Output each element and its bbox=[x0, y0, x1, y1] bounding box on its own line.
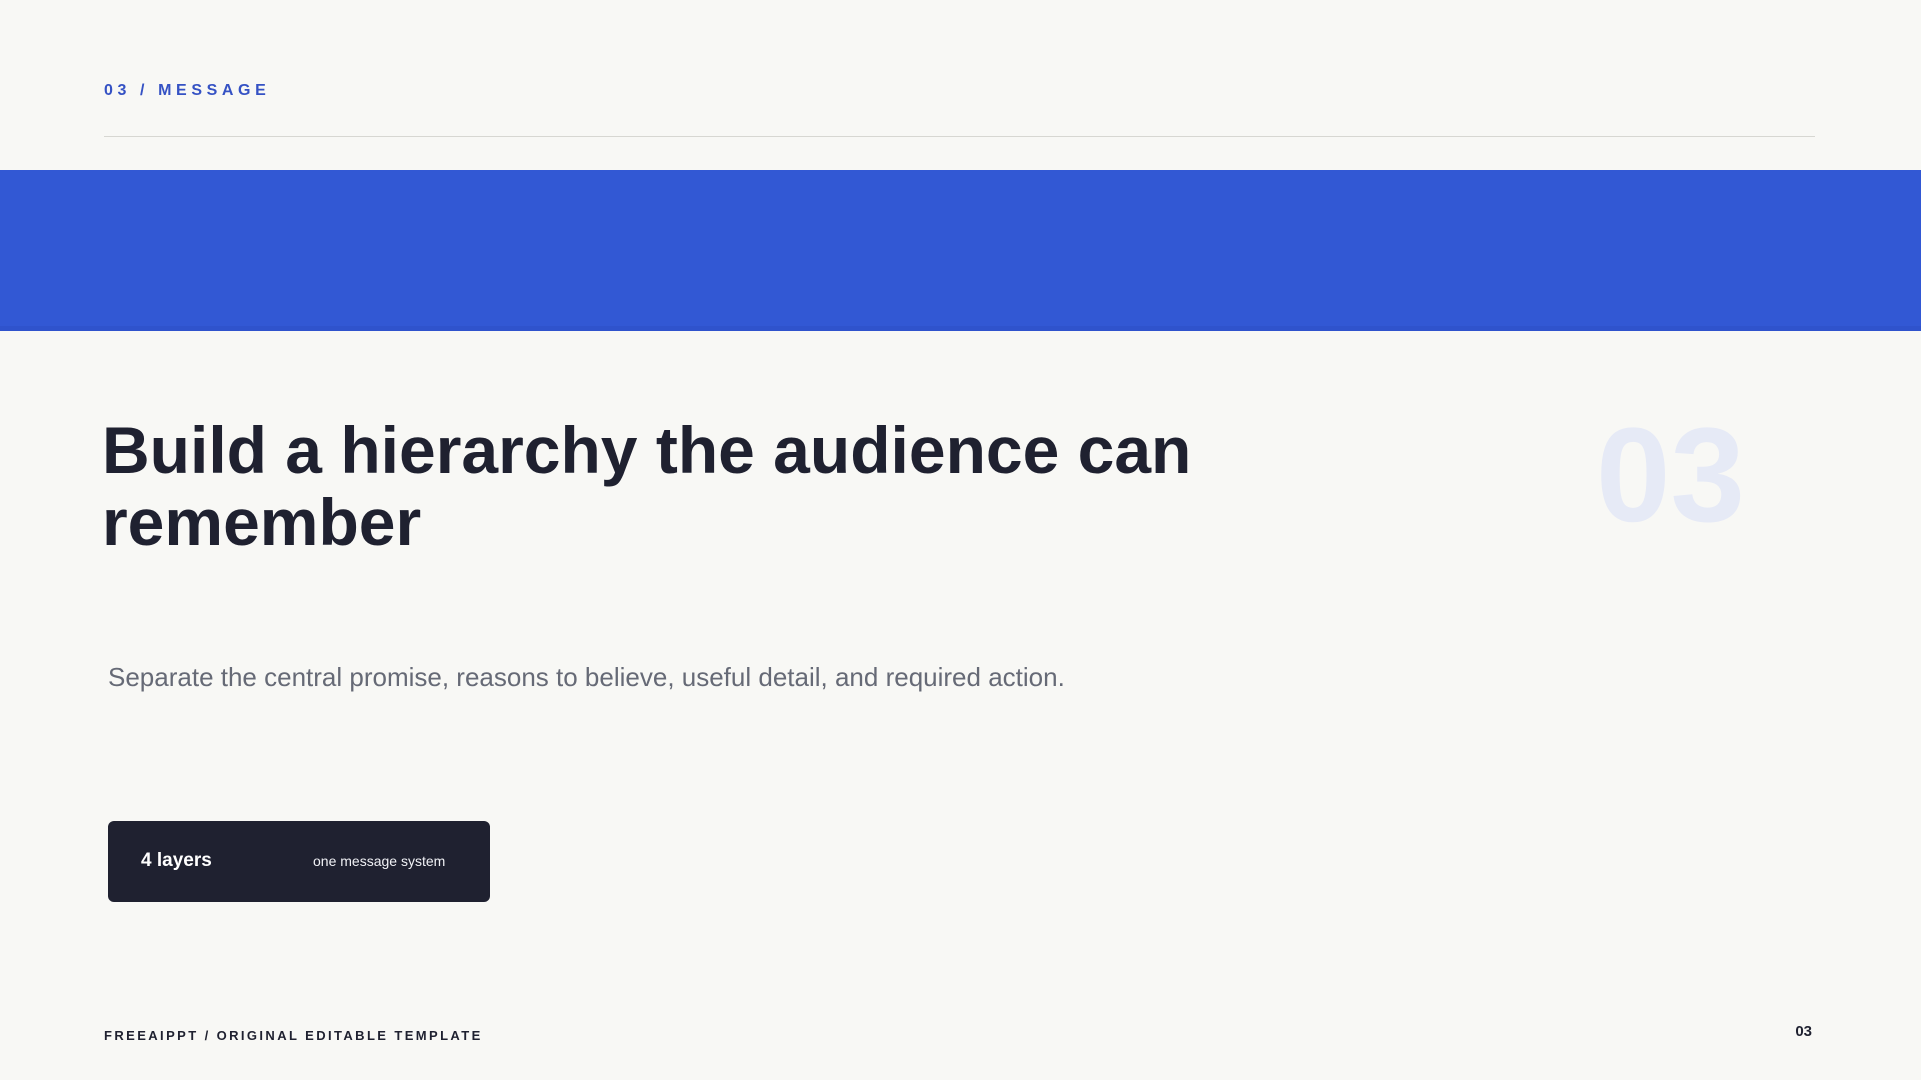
page-number: 03 bbox=[1795, 1023, 1812, 1040]
stat-value: 4 layers bbox=[141, 850, 212, 871]
stat-caption: one message system bbox=[313, 853, 446, 869]
footer-brand: FREEAIPPT / ORIGINAL EDITABLE TEMPLATE bbox=[104, 1028, 483, 1043]
header-divider bbox=[104, 136, 1815, 137]
slide-subtext: Separate the central promise, reasons to… bbox=[108, 662, 1065, 692]
section-label: 03 / MESSAGE bbox=[104, 82, 271, 99]
slide-number-watermark: 03 bbox=[1595, 401, 1745, 550]
stat-card: 4 layers one message system bbox=[108, 821, 490, 902]
accent-band bbox=[0, 170, 1921, 331]
slide-headline: Build a hierarchy the audience can remem… bbox=[102, 413, 1192, 559]
